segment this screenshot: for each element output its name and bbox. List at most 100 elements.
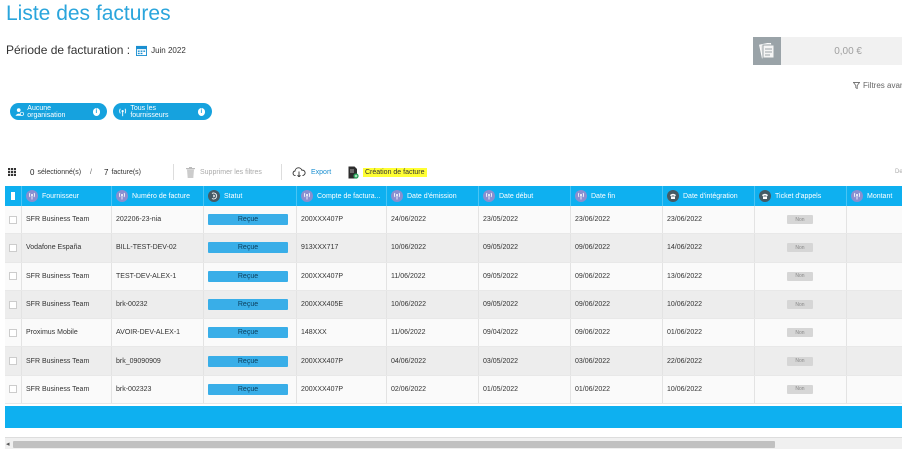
column-header-emission[interactable]: Date d'émission — [387, 186, 479, 206]
suppliers-filter-label: Tous les fournisseurs — [130, 104, 169, 119]
page-title: Liste des factures — [6, 2, 171, 25]
billing-period-value[interactable]: Juin 2022 — [151, 46, 186, 55]
cell-fournisseur: SFR Business Team — [22, 262, 112, 290]
cell-fin: 01/06/2022 — [571, 375, 663, 404]
cloud-export-icon — [292, 167, 306, 177]
cell-compte: 200XXX407P — [297, 347, 387, 375]
select-all-header — [5, 186, 22, 206]
status-badge: Reçue — [208, 270, 288, 282]
cell-fin: 09/06/2022 — [571, 262, 663, 290]
antenna-icon — [851, 190, 863, 202]
cell-ticket: Non — [755, 234, 847, 262]
select-all-checkbox[interactable] — [11, 192, 15, 200]
cell-fin: 09/06/2022 — [571, 234, 663, 262]
column-header-label: Statut — [224, 192, 243, 200]
column-header-fournisseur[interactable]: Fournisseur — [22, 186, 112, 206]
trash-icon — [186, 166, 195, 178]
column-header-compte[interactable]: Compte de factura... — [297, 186, 387, 206]
row-checkbox[interactable] — [9, 300, 17, 309]
export-button[interactable]: Export — [292, 164, 331, 180]
cell-statut: Reçue — [204, 206, 297, 234]
delete-filters-button[interactable]: Supprimer les filtres — [186, 164, 262, 180]
table-row[interactable]: SFR Business Team brk-00232 Reçue 200XXX… — [5, 290, 902, 320]
cell-compte: 200XXX405E — [297, 290, 387, 319]
status-badge: Reçue — [208, 383, 288, 395]
cell-fournisseur: Proximus Mobile — [22, 319, 112, 347]
table-row[interactable]: SFR Business Team TEST-DEV-ALEX-1 Reçue … — [5, 262, 902, 291]
column-header-label: Date d'émission — [407, 192, 457, 200]
suppliers-filter-button[interactable]: Tous les fournisseurs i — [113, 103, 212, 120]
cell-ticket: Non — [755, 262, 847, 290]
row-checkbox[interactable] — [9, 243, 17, 252]
cell-statut: Reçue — [204, 347, 297, 375]
row-checkbox[interactable] — [9, 357, 17, 366]
column-header-label: Date début — [499, 192, 534, 200]
cell-montant — [847, 263, 894, 290]
cell-ticket: Non — [755, 206, 847, 234]
ticket-badge: Non — [787, 243, 813, 253]
cell-numero: brk-00232 — [112, 290, 204, 319]
status-badge: Reçue — [208, 355, 288, 367]
ticket-badge: Non — [787, 356, 813, 366]
cell-debut: 09/05/2022 — [479, 290, 571, 319]
table-row[interactable]: SFR Business Team brk-002323 Reçue 200XX… — [5, 375, 902, 405]
cell-compte: 200XXX407P — [297, 375, 387, 404]
ticket-badge: Non — [787, 271, 813, 281]
cell-montant — [847, 319, 894, 346]
cell-emission: 11/06/2022 — [387, 262, 479, 290]
column-header-fin[interactable]: Date fin — [571, 186, 663, 206]
cell-statut: Reçue — [204, 262, 297, 290]
cell-statut: Reçue — [204, 319, 297, 347]
cell-emission: 04/06/2022 — [387, 347, 479, 375]
organization-filter-button[interactable]: Aucune organisation i — [10, 103, 107, 120]
row-checkbox[interactable] — [9, 272, 17, 281]
invoice-count-label: facture(s) — [111, 168, 142, 176]
scrollbar-thumb[interactable] — [13, 441, 775, 448]
advanced-filters-link[interactable]: Filtres avan — [853, 81, 902, 90]
row-checkbox[interactable] — [9, 385, 17, 394]
count-separator: / — [90, 168, 92, 176]
column-header-montant[interactable]: Montant — [847, 186, 894, 206]
cell-compte: 200XXX407P — [297, 262, 387, 290]
horizontal-scrollbar[interactable]: ◂ — [5, 437, 902, 449]
column-header-numero[interactable]: Numéro de facture — [112, 186, 204, 206]
status-badge: Reçue — [208, 327, 288, 339]
create-invoice-label: Création de facture — [363, 167, 427, 177]
scroll-left-icon[interactable]: ◂ — [6, 440, 10, 448]
info-icon[interactable]: i — [92, 107, 100, 116]
cell-fin: 23/06/2022 — [571, 206, 663, 234]
column-header-debut[interactable]: Date début — [479, 186, 571, 206]
cell-statut: Reçue — [204, 290, 297, 319]
cell-debut: 01/05/2022 — [479, 375, 571, 404]
selected-count: 0 sélectionné(s) — [30, 164, 81, 180]
table-toolbar: 0 sélectionné(s) / 7 facture(s) Supprime… — [8, 164, 902, 180]
column-header-statut[interactable]: Statut — [204, 186, 297, 206]
cell-numero: TEST-DEV-ALEX-1 — [112, 262, 204, 290]
column-header-label: Fournisseur — [42, 192, 79, 200]
table-row[interactable]: SFR Business Team brk_09090909 Reçue 200… — [5, 347, 902, 376]
cell-ticket: Non — [755, 375, 847, 404]
grid-icon[interactable] — [8, 164, 16, 180]
info-icon[interactable]: i — [197, 107, 205, 116]
table-header: Fournisseur Numéro de facture Statut Com… — [5, 186, 902, 206]
antenna-icon — [119, 108, 127, 116]
table-row[interactable]: SFR Business Team 202206-23-nia Reçue 20… — [5, 206, 902, 235]
cell-integration: 23/06/2022 — [663, 206, 755, 234]
row-checkbox[interactable] — [9, 215, 17, 224]
cell-compte: 913XXX717 — [297, 234, 387, 262]
status-badge: Reçue — [208, 299, 288, 311]
calendar-icon[interactable] — [136, 45, 148, 56]
create-invoice-button[interactable]: Création de facture — [348, 164, 427, 180]
table-row[interactable]: Proximus Mobile AVOIR-DEV-ALEX-1 Reçue 1… — [5, 319, 902, 348]
cell-emission: 10/06/2022 — [387, 290, 479, 319]
column-header-integration[interactable]: Date d'intégration — [663, 186, 755, 206]
column-header-ticket[interactable]: Ticket d'appels — [755, 186, 847, 206]
billing-period-label: Période de facturation : — [6, 43, 131, 57]
invoices-table: Fournisseur Numéro de facture Statut Com… — [5, 186, 902, 405]
row-checkbox[interactable] — [9, 328, 17, 337]
delete-filters-label: Supprimer les filtres — [200, 168, 262, 176]
table-row[interactable]: Vodafone España BILL-TEST-DEV-02 Reçue 9… — [5, 234, 902, 263]
cell-debut: 09/05/2022 — [479, 262, 571, 290]
cell-montant — [847, 291, 894, 318]
filter-icon — [853, 82, 860, 89]
